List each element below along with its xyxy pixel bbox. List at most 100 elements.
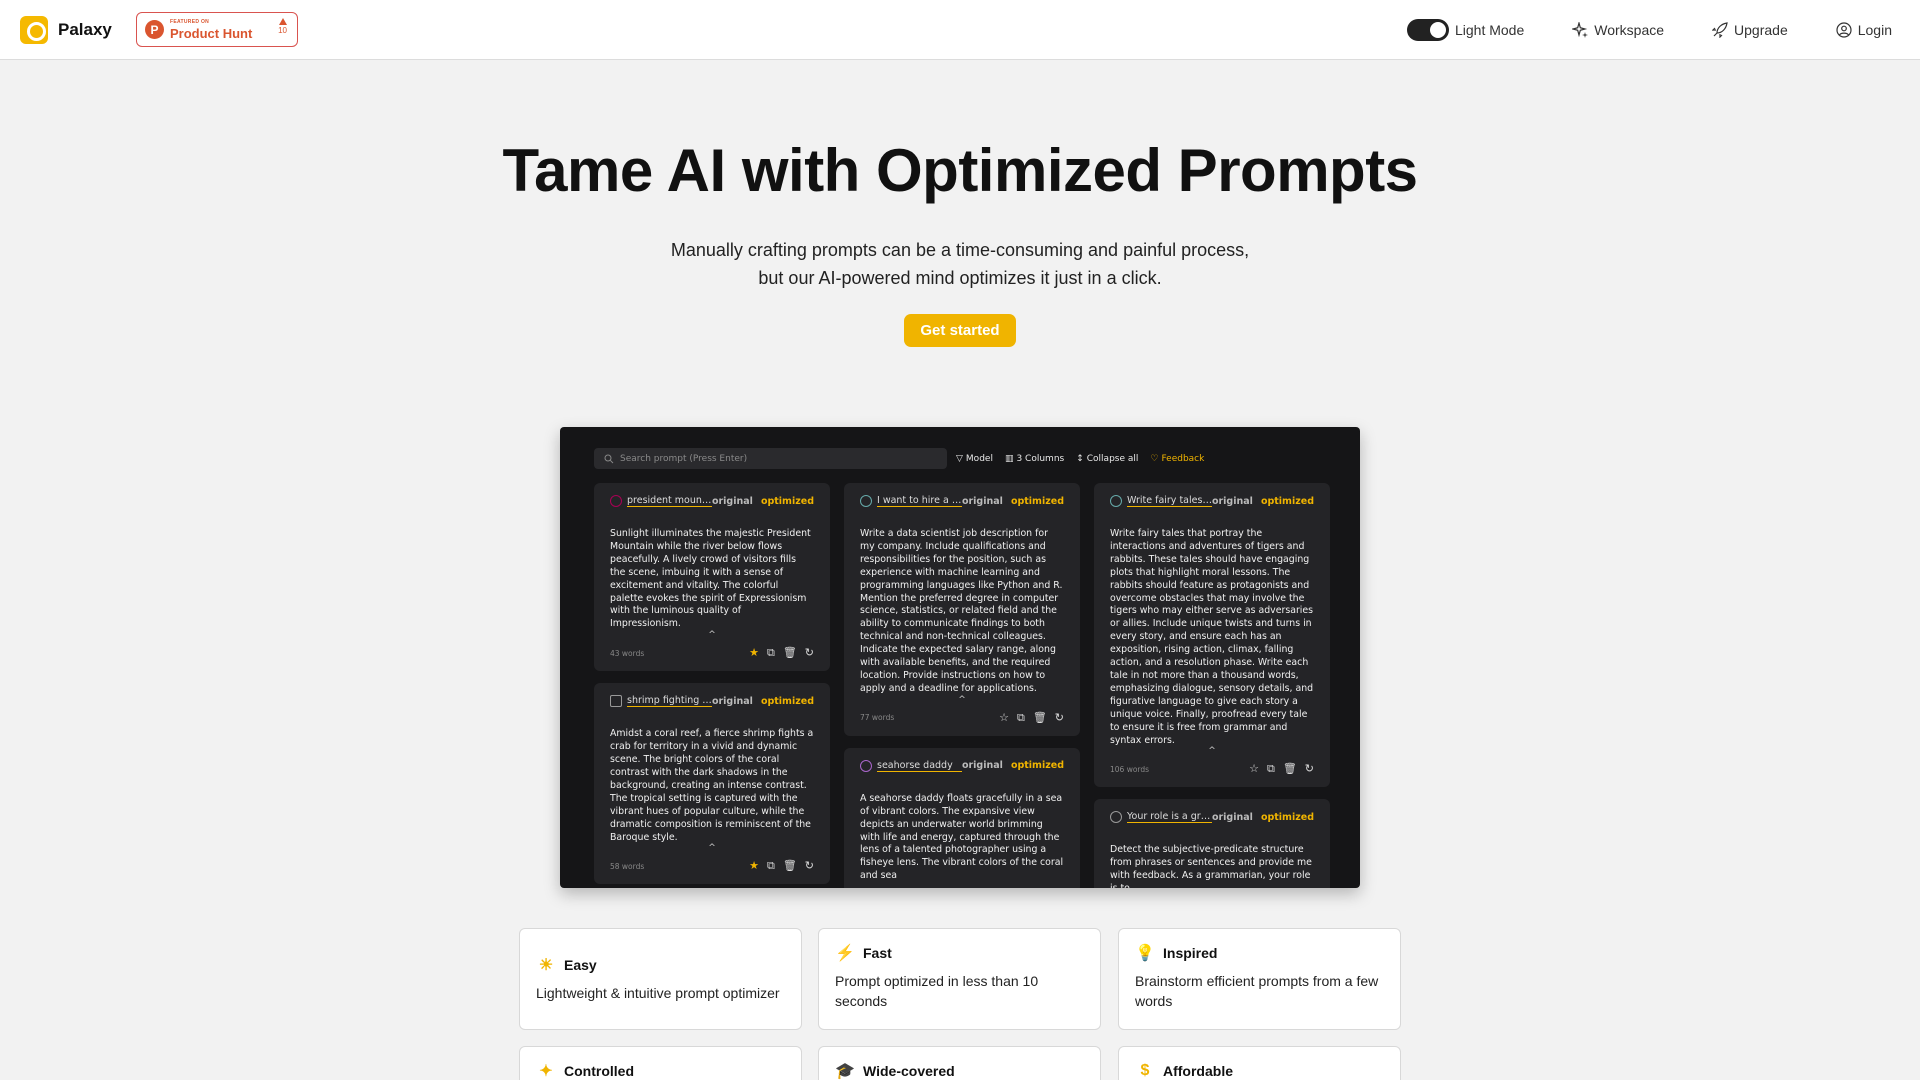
refresh-icon: ↻ bbox=[804, 646, 814, 660]
chevron-up-icon: ^ bbox=[708, 630, 716, 641]
feature-description: Brainstorm efficient prompts from a few … bbox=[1135, 973, 1379, 1009]
refresh-icon: ↻ bbox=[1054, 710, 1064, 724]
preview-feedback: ♡ Feedback bbox=[1150, 454, 1204, 464]
preview-columns-toggle: ▥ 3 Columns bbox=[1005, 454, 1064, 464]
openai-icon bbox=[1110, 811, 1122, 824]
main-nav: Light Mode Workspace Upgrade Login bbox=[1406, 0, 1892, 60]
sun-icon: ☀ bbox=[538, 957, 554, 974]
feature-title: Easy bbox=[564, 957, 597, 973]
user-circle-icon bbox=[1836, 22, 1852, 38]
search-icon bbox=[604, 454, 614, 463]
lightbulb-icon: 💡 bbox=[1135, 945, 1155, 962]
feature-card-easy: ☀ Easy Lightweight & intuitive prompt opt… bbox=[519, 928, 802, 1030]
trash-icon: 🗑 bbox=[1282, 762, 1297, 776]
word-count: 43 words bbox=[610, 648, 645, 658]
chevron-up-icon: ^ bbox=[1208, 746, 1216, 757]
preview-columns-label: 3 Columns bbox=[1016, 453, 1065, 464]
optimized-tab: optimized bbox=[760, 495, 814, 507]
card-body: Sunlight illuminates the majestic Presid… bbox=[610, 528, 811, 630]
feature-card-controlled: ✦ Controlled bbox=[519, 1046, 802, 1080]
original-tab: original bbox=[961, 495, 1003, 507]
feature-card-affordable: $ Affordable bbox=[1118, 1046, 1401, 1080]
copy-icon: ⧉ bbox=[766, 859, 775, 873]
optimized-tab: optimized bbox=[1260, 495, 1314, 507]
theme-toggle[interactable]: Light Mode bbox=[1406, 19, 1524, 41]
original-tab: original bbox=[1211, 811, 1253, 823]
copy-icon: ⧉ bbox=[766, 646, 775, 660]
original-tab: original bbox=[1211, 495, 1253, 507]
preview-toolbar: ▽ Model ▥ 3 Columns ↕ Collapse all ♡ Feedbac… bbox=[956, 448, 1204, 469]
collapse-icon: ↕ bbox=[1076, 453, 1084, 464]
prompt-card: Your role is a gra... original optimized D… bbox=[1094, 799, 1330, 888]
star-outline-icon: ☆ bbox=[999, 710, 1009, 724]
hero-subtitle: Manually crafting prompts can be a time-… bbox=[0, 236, 1920, 292]
bolt-icon: ⚡ bbox=[835, 945, 855, 962]
sail-icon bbox=[610, 695, 622, 708]
toggle-switch[interactable] bbox=[1406, 19, 1449, 41]
upvote-number: 10 bbox=[278, 26, 287, 35]
sparkles-icon bbox=[1572, 22, 1589, 38]
sun-toggle-knob-icon bbox=[1429, 22, 1446, 38]
copy-icon: ⧉ bbox=[1266, 762, 1275, 776]
feature-card-fast: ⚡ Fast Prompt optimized in less than 10 s… bbox=[818, 928, 1101, 1030]
copy-icon: ⧉ bbox=[1016, 710, 1025, 724]
prompt-card: seahorse daddy original optimized A seahor… bbox=[844, 747, 1080, 888]
login-link[interactable]: Login bbox=[1836, 22, 1892, 38]
card-body: Detect the subjective-predicate structur… bbox=[1110, 844, 1312, 888]
filter-icon: ▽ bbox=[956, 453, 963, 464]
card-body: Amidst a coral reef, a fierce shrimp fig… bbox=[610, 728, 814, 843]
feature-card-inspired: 💡 Inspired Brainstorm efficient prompts f… bbox=[1118, 928, 1401, 1030]
upgrade-link[interactable]: Upgrade bbox=[1712, 22, 1788, 38]
graduation-cap-icon: 🎓 bbox=[835, 1063, 855, 1080]
chevron-up-icon: ^ bbox=[708, 843, 716, 854]
word-count: 58 words bbox=[610, 861, 645, 871]
feature-title: Inspired bbox=[1163, 945, 1218, 961]
trash-icon: 🗑 bbox=[782, 859, 797, 873]
rocket-icon bbox=[1712, 22, 1728, 38]
heart-icon: ♡ bbox=[1150, 453, 1159, 464]
preview-model-label: Model bbox=[965, 453, 993, 464]
preview-collapse-all: ↕ Collapse all bbox=[1076, 454, 1138, 464]
feature-title: Controlled bbox=[564, 1063, 634, 1079]
workspace-link[interactable]: Workspace bbox=[1572, 22, 1664, 38]
feature-title: Affordable bbox=[1163, 1063, 1233, 1079]
product-hunt-badge[interactable]: P FEATURED ON Product Hunt 10 bbox=[136, 12, 298, 47]
top-navbar: Palaxy P FEATURED ON Product Hunt 10 Lig… bbox=[0, 0, 1920, 60]
optimized-tab: optimized bbox=[1010, 495, 1064, 507]
card-title: seahorse daddy bbox=[877, 760, 962, 772]
palaxy-logo-icon bbox=[20, 16, 48, 44]
workspace-label: Workspace bbox=[1594, 22, 1665, 38]
trash-icon: 🗑 bbox=[782, 646, 797, 660]
card-title: Write fairy tales of... bbox=[1127, 495, 1212, 507]
columns-icon: ▥ bbox=[1004, 453, 1014, 464]
original-tab: original bbox=[711, 695, 753, 707]
brand-name: Palaxy bbox=[58, 20, 112, 39]
upvote-arrow-icon bbox=[278, 18, 287, 25]
refresh-icon: ↻ bbox=[1304, 762, 1314, 776]
badge-product-hunt-label: Product Hunt bbox=[170, 25, 253, 41]
app-preview-screenshot: Search prompt (Press Enter) ▽ Model ▥ 3 Co… bbox=[560, 427, 1360, 888]
preview-column-3: Write fairy tales of...originaloptimized… bbox=[1094, 483, 1330, 888]
feature-card-wide-covered: 🎓 Wide-covered bbox=[818, 1046, 1101, 1080]
optimized-tab: optimized bbox=[1260, 811, 1314, 823]
card-title: Your role is a gra... bbox=[1127, 811, 1212, 824]
preview-collapse-label: Collapse all bbox=[1086, 453, 1139, 464]
trash-icon: 🗑 bbox=[1032, 710, 1047, 724]
upgrade-label: Upgrade bbox=[1734, 22, 1788, 38]
preview-search-placeholder: Search prompt (Press Enter) bbox=[620, 453, 748, 464]
prompt-card: Write fairy tales of...original optimized… bbox=[1094, 483, 1330, 788]
feature-description: Lightweight & intuitive prompt optimizer bbox=[536, 985, 780, 1001]
get-started-button[interactable]: Get started bbox=[904, 314, 1016, 347]
preview-model-filter: ▽ Model bbox=[956, 454, 993, 464]
card-title: I want to hire a da... bbox=[877, 495, 962, 507]
hero-subtitle-line-1: Manually crafting prompts can be a time-… bbox=[670, 240, 1250, 260]
model-icon bbox=[860, 759, 872, 772]
openai-icon bbox=[1110, 495, 1122, 507]
optimized-tab: optimized bbox=[760, 695, 814, 707]
chevron-up-icon: ^ bbox=[958, 694, 966, 705]
star-icon: ★ bbox=[749, 859, 759, 873]
prompt-card: shrimp fighting craboriginal optimized Am… bbox=[594, 683, 830, 885]
brand-logo[interactable]: Palaxy bbox=[20, 16, 112, 44]
star-icon: ★ bbox=[749, 646, 759, 660]
preview-search-input: Search prompt (Press Enter) bbox=[594, 448, 947, 469]
